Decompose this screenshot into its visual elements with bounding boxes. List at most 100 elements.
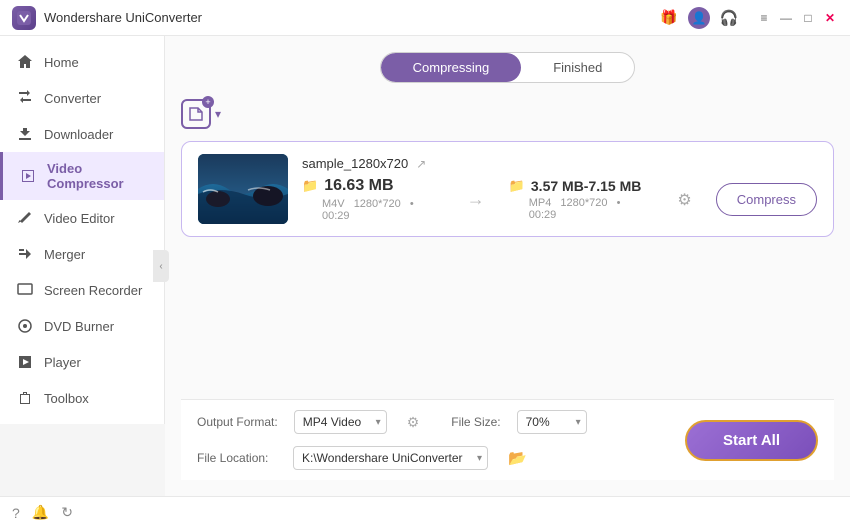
maximize-button[interactable]: □: [800, 10, 816, 26]
compress-button[interactable]: Compress: [716, 183, 817, 216]
add-file-icon: +: [181, 99, 211, 129]
source-meta: M4V 1280*720 • 00:29: [322, 198, 443, 222]
sidebar-item-video-editor-label: Video Editor: [44, 211, 115, 226]
tab-finished[interactable]: Finished: [521, 53, 634, 82]
sidebar-item-dvd-burner[interactable]: DVD Burner: [0, 308, 164, 344]
sidebar-collapse-button[interactable]: ‹: [153, 250, 169, 282]
toolbox-icon: [16, 389, 34, 407]
converter-icon: [16, 89, 34, 107]
sidebar-item-video-editor[interactable]: Video Editor: [0, 200, 164, 236]
titlebar: Wondershare UniConverter 🎁 👤 🎧 ≡ — □ ✕: [0, 0, 850, 36]
file-location-label: File Location:: [197, 451, 277, 465]
output-size: 3.57 MB-7.15 MB: [531, 178, 641, 194]
source-size: 16.63 MB: [324, 177, 393, 195]
output-format-select[interactable]: MP4 Video: [294, 410, 387, 434]
output-meta: MP4 1280*720 • 00:29: [529, 197, 650, 221]
sidebar-item-screen-recorder[interactable]: Screen Recorder: [0, 272, 164, 308]
source-folder-icon: 📁: [302, 178, 318, 194]
source-size-row: 📁 16.63 MB: [302, 177, 443, 195]
file-location-select[interactable]: K:\Wondershare UniConverter: [293, 446, 488, 470]
sidebar-item-merger-label: Merger: [44, 247, 85, 262]
minimize-button[interactable]: —: [778, 10, 794, 26]
user-icon[interactable]: 👤: [688, 7, 710, 29]
external-link-icon[interactable]: ↗: [416, 157, 426, 171]
file-size-select-wrapper: 70% ▾: [517, 410, 587, 434]
sidebar-item-converter-label: Converter: [44, 91, 101, 106]
quality-settings-icon[interactable]: ⚙: [407, 414, 420, 431]
sidebar-item-toolbox-label: Toolbox: [44, 391, 89, 406]
sidebar-item-merger[interactable]: Merger: [0, 236, 164, 272]
file-details-row: 📁 16.63 MB M4V 1280*720 • 00:29 →: [302, 177, 817, 222]
settings-icon[interactable]: ⚙: [677, 190, 691, 210]
video-editor-icon: [16, 209, 34, 227]
sidebar-wrapper: Home Converter Downloader Video Compress…: [0, 36, 165, 496]
merger-icon: [16, 245, 34, 263]
bottom-bar: Output Format: MP4 Video ▾ ⚙ File Size: …: [181, 399, 834, 480]
sidebar-item-toolbox[interactable]: Toolbox: [0, 380, 164, 416]
sidebar-item-video-compressor[interactable]: Video Compressor: [0, 152, 164, 200]
sidebar-item-home-label: Home: [44, 55, 79, 70]
gift-icon[interactable]: 🎁: [658, 7, 680, 29]
close-button[interactable]: ✕: [822, 10, 838, 26]
sidebar-item-downloader[interactable]: Downloader: [0, 116, 164, 152]
menu-button[interactable]: ≡: [756, 10, 772, 26]
sidebar-item-player-label: Player: [44, 355, 81, 370]
output-info: 📁 3.57 MB-7.15 MB MP4 1280*720 • 00:29: [509, 178, 650, 221]
start-all-button[interactable]: Start All: [685, 420, 818, 461]
source-info: 📁 16.63 MB M4V 1280*720 • 00:29: [302, 177, 443, 222]
refresh-icon[interactable]: ↻: [61, 504, 73, 521]
add-file-button[interactable]: + ▾: [181, 99, 221, 129]
tabs-container: Compressing Finished: [380, 52, 636, 83]
dvd-burner-icon: [16, 317, 34, 335]
app-title: Wondershare UniConverter: [44, 10, 658, 25]
sidebar-item-video-compressor-label: Video Compressor: [47, 161, 148, 191]
output-size-row: 📁 3.57 MB-7.15 MB: [509, 178, 650, 194]
content-spacer: [181, 249, 834, 399]
bottom-left-controls: Output Format: MP4 Video ▾ ⚙ File Size: …: [197, 410, 661, 470]
output-format-label: Output Format:: [197, 415, 278, 429]
downloader-icon: [16, 125, 34, 143]
output-format: MP4: [529, 197, 552, 209]
notification-icon[interactable]: 🔔: [32, 504, 49, 521]
file-thumbnail: [198, 154, 288, 224]
sidebar-item-downloader-label: Downloader: [44, 127, 113, 142]
file-size-label: File Size:: [451, 415, 500, 429]
file-location-row: File Location: K:\Wondershare UniConvert…: [197, 446, 661, 470]
titlebar-actions: 🎁 👤 🎧 ≡ — □ ✕: [658, 7, 838, 29]
file-location-select-wrapper: K:\Wondershare UniConverter ▾: [293, 446, 488, 470]
thumbnail-image: [198, 154, 288, 224]
help-icon[interactable]: ?: [12, 505, 20, 521]
app-bottom-bar: ? 🔔 ↻: [0, 496, 850, 528]
file-name: sample_1280x720: [302, 156, 408, 171]
app-logo: [12, 6, 36, 30]
output-format-row: Output Format: MP4 Video ▾ ⚙ File Size: …: [197, 410, 661, 434]
sidebar-item-dvd-burner-label: DVD Burner: [44, 319, 114, 334]
add-file-area: + ▾: [181, 99, 834, 129]
main-content: Compressing Finished + ▾: [165, 36, 850, 496]
sidebar-item-converter[interactable]: Converter: [0, 80, 164, 116]
source-resolution: 1280*720: [354, 198, 401, 210]
video-compressor-icon: [19, 167, 37, 185]
add-file-chevron: ▾: [215, 107, 221, 121]
sidebar-item-home[interactable]: Home: [0, 44, 164, 80]
file-card: sample_1280x720 ↗ 📁 16.63 MB M4V 1280*72…: [181, 141, 834, 237]
output-format-select-wrapper: MP4 Video ▾: [294, 410, 387, 434]
headset-icon[interactable]: 🎧: [718, 7, 740, 29]
source-format: M4V: [322, 198, 345, 210]
browse-folder-icon[interactable]: 📂: [508, 449, 527, 467]
tabs-bar: Compressing Finished: [181, 52, 834, 83]
start-all-wrapper: Start All: [661, 420, 818, 461]
output-resolution: 1280*720: [560, 197, 607, 209]
home-icon: [16, 53, 34, 71]
file-info: sample_1280x720 ↗ 📁 16.63 MB M4V 1280*72…: [302, 156, 817, 222]
add-badge: +: [202, 96, 214, 108]
player-icon: [16, 353, 34, 371]
output-folder-icon: 📁: [509, 178, 525, 194]
file-name-row: sample_1280x720 ↗: [302, 156, 817, 171]
tab-compressing[interactable]: Compressing: [381, 53, 522, 82]
arrow-right-icon: →: [463, 189, 489, 210]
sidebar-item-player[interactable]: Player: [0, 344, 164, 380]
window-controls: ≡ — □ ✕: [756, 10, 838, 26]
file-size-select[interactable]: 70%: [517, 410, 587, 434]
sidebar: Home Converter Downloader Video Compress…: [0, 36, 165, 424]
